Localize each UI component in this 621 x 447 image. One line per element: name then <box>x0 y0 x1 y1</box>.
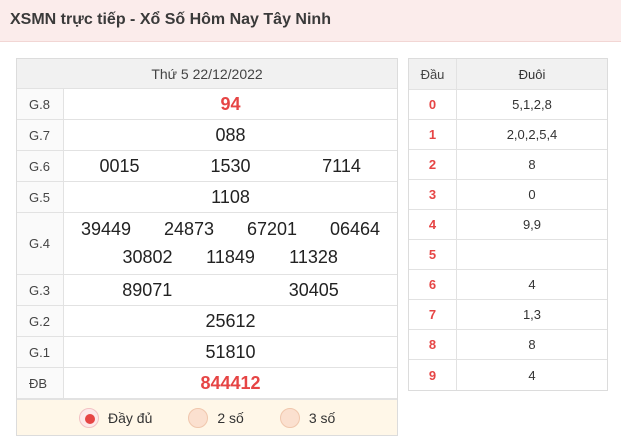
loto-tail: 9,9 <box>522 217 542 232</box>
loto-row: 5 <box>409 240 607 270</box>
prize-row-g7: G.7 088 <box>17 120 397 151</box>
loto-row: 7 1,3 <box>409 300 607 330</box>
prize-label: G.2 <box>17 306 64 336</box>
prize-label: G.7 <box>17 120 64 150</box>
prize-row-g4: G.4 39449 24873 67201 06464 30802 11849 … <box>17 213 397 275</box>
prize-label: G.8 <box>17 89 64 119</box>
prize-label: ĐB <box>17 368 64 398</box>
option-label: Đầy đủ <box>108 409 153 426</box>
draw-date[interactable]: Thứ 5 22/12/2022 <box>17 59 397 89</box>
prize-number: 088 <box>215 124 246 145</box>
radio-icon[interactable] <box>279 407 300 428</box>
loto-row: 4 9,9 <box>409 210 607 240</box>
option-2-digits[interactable]: 2 số <box>188 407 244 428</box>
prize-number: 1530 <box>210 155 251 176</box>
loto-head: 3 <box>409 180 457 209</box>
loto-head: 5 <box>409 240 457 269</box>
loto-row: 6 4 <box>409 270 607 300</box>
loto-table: Đầu Đuôi 0 5,1,2,8 1 2,0,2,5,4 2 8 3 0 4… <box>408 58 608 391</box>
option-3-digits[interactable]: 3 số <box>279 407 336 428</box>
prize-number: 06464 <box>329 219 381 239</box>
prize-numbers: 39449 24873 67201 06464 30802 11849 1132… <box>64 213 397 274</box>
prize-numbers: 51810 <box>64 337 397 367</box>
prize-number: 7114 <box>322 155 361 176</box>
loto-head: 9 <box>409 360 457 390</box>
prize-number: 25612 <box>205 310 256 331</box>
prize-row-g1: G.1 51810 <box>17 337 397 368</box>
prize-number: 1108 <box>211 186 250 207</box>
loto-tail: 4 <box>528 277 536 292</box>
prize-row-g2: G.2 25612 <box>17 306 397 337</box>
radio-checked-icon[interactable] <box>79 407 99 428</box>
prize-numbers: 844412 <box>64 368 397 398</box>
prize-number: 39449 <box>80 219 132 239</box>
loto-head: 1 <box>409 120 457 149</box>
loto-header: Đầu Đuôi <box>409 59 607 90</box>
loto-head: 0 <box>409 90 457 119</box>
prize-number: 51810 <box>205 341 256 362</box>
loto-tail: 8 <box>528 337 536 352</box>
loto-head: 7 <box>409 300 457 329</box>
loto-head: 6 <box>409 270 457 299</box>
prize-numbers: 89071 30405 <box>64 275 397 305</box>
loto-row: 2 8 <box>409 150 607 180</box>
option-label: 3 số <box>308 409 336 426</box>
loto-row: 3 0 <box>409 180 607 210</box>
loto-tail: 2,0,2,5,4 <box>506 127 558 142</box>
special-prize-number: 844412 <box>200 372 261 393</box>
prize-label: G.3 <box>17 275 64 305</box>
loto-tail: 1,3 <box>522 307 542 322</box>
page-title: XSMN trực tiếp - Xổ Số Hôm Nay Tây Ninh <box>10 11 331 28</box>
loto-tail: 8 <box>528 157 536 172</box>
prize-row-special: ĐB 844412 <box>17 368 397 399</box>
loto-tail: 0 <box>528 187 536 202</box>
prize-numbers: 94 <box>64 89 397 119</box>
prize-numbers: 0015 1530 7114 <box>64 151 397 181</box>
loto-row: 1 2,0,2,5,4 <box>409 120 607 150</box>
display-options: Đầy đủ 2 số 3 số <box>17 399 397 435</box>
prize-number: 11328 <box>289 247 338 267</box>
prize-number: 67201 <box>246 219 298 239</box>
prize-label: G.4 <box>17 213 64 274</box>
tail-column-label: Đuôi <box>518 66 546 82</box>
loto-head: 4 <box>409 210 457 239</box>
loto-tail: 5,1,2,8 <box>512 97 552 112</box>
prize-number: 30802 <box>122 247 173 267</box>
prize-number: 89071 <box>122 279 173 300</box>
prize-label: G.1 <box>17 337 64 367</box>
prize-number: 30405 <box>288 279 339 300</box>
prize-numbers: 1108 <box>64 182 397 212</box>
option-full[interactable]: Đầy đủ <box>79 407 153 428</box>
prize-label: G.6 <box>17 151 64 181</box>
loto-row: 9 4 <box>409 360 607 390</box>
loto-row: 0 5,1,2,8 <box>409 90 607 120</box>
prize-numbers: 088 <box>64 120 397 150</box>
prize-row-g5: G.5 1108 <box>17 182 397 213</box>
loto-row: 8 8 <box>409 330 607 360</box>
loto-head: 8 <box>409 330 457 359</box>
radio-icon[interactable] <box>188 407 209 428</box>
prize-number: 24873 <box>163 219 215 239</box>
loto-head: 2 <box>409 150 457 179</box>
prize-label: G.5 <box>17 182 64 212</box>
prize-number: 11849 <box>206 247 255 267</box>
page-header: XSMN trực tiếp - Xổ Số Hôm Nay Tây Ninh <box>0 0 621 42</box>
loto-tail: 4 <box>528 367 536 383</box>
prize-number: 94 <box>220 93 241 114</box>
prize-row-g8: G.8 94 <box>17 89 397 120</box>
prize-row-g6: G.6 0015 1530 7114 <box>17 151 397 182</box>
results-table: Thứ 5 22/12/2022 G.8 94 G.7 088 G.6 0015… <box>16 58 398 436</box>
option-label: 2 số <box>217 409 244 426</box>
prize-number: 0015 <box>99 155 140 176</box>
prize-row-g3: G.3 89071 30405 <box>17 275 397 306</box>
head-column-label: Đầu <box>409 59 457 89</box>
prize-numbers: 25612 <box>64 306 397 336</box>
